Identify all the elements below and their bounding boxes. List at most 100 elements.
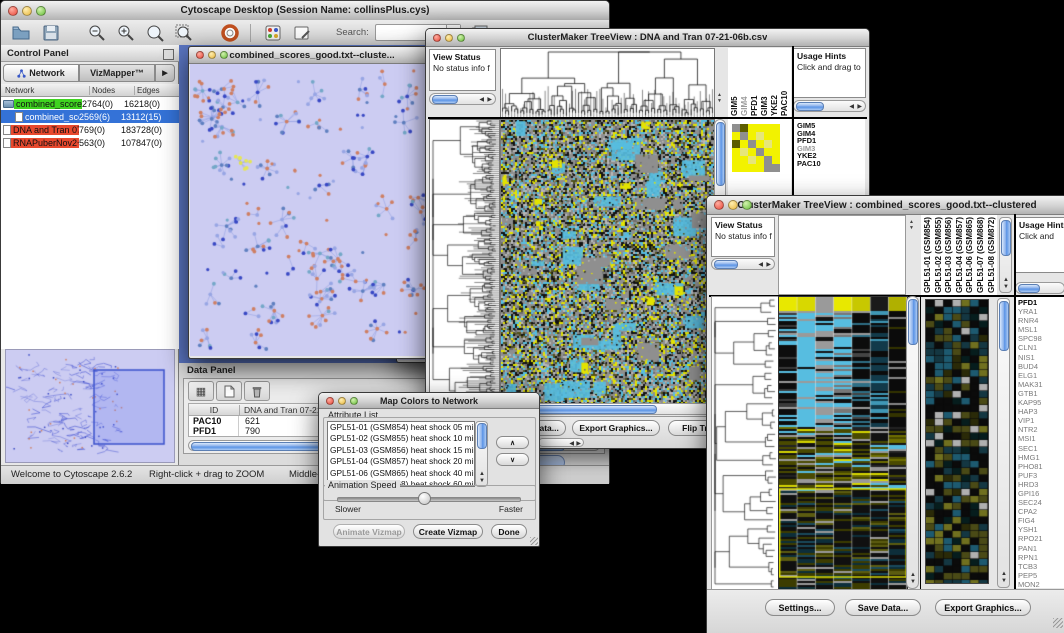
scroll-up-icon[interactable]: ▲ [910, 572, 916, 578]
annotation-icon[interactable] [292, 23, 312, 43]
footer-scrollbar[interactable]: ◀ ▶ [538, 438, 584, 447]
gene-label[interactable]: CLN1 [1018, 343, 1043, 352]
tab-vizmapper[interactable]: VizMapper™ [79, 64, 155, 82]
hints-scrollbar[interactable] [1015, 282, 1064, 294]
save-data-button[interactable]: Save Data... [845, 599, 921, 616]
gene-label[interactable]: PEP5 [1018, 571, 1043, 580]
matrix-cell[interactable] [732, 164, 740, 172]
matrix-cell[interactable] [740, 148, 748, 156]
gene-label[interactable]: SPC98 [1018, 334, 1043, 343]
scroll-up-icon[interactable]: ▲ [479, 471, 485, 477]
minimize-button[interactable] [728, 200, 738, 210]
move-up-button[interactable]: ∧ [496, 436, 529, 449]
matrix-cell[interactable] [764, 140, 772, 148]
attribute-list-item[interactable]: GPL51-04 (GSM857) heat shock 20 min [328, 456, 474, 467]
matrix-cell[interactable] [764, 156, 772, 164]
zoom-vscrollbar[interactable]: ▲ ▼ [997, 298, 1010, 588]
gene-label[interactable]: BUD4 [1018, 362, 1043, 371]
column-network[interactable]: Network [1, 86, 89, 95]
select-attributes-icon[interactable]: ▦ [188, 381, 214, 401]
minimize-button[interactable] [338, 397, 346, 405]
gene-label[interactable]: MSI1 [1018, 434, 1043, 443]
matrix-cell[interactable] [740, 164, 748, 172]
create-vizmap-button[interactable]: Create Vizmap [413, 524, 483, 539]
matrix-cell[interactable] [764, 148, 772, 156]
gene-label[interactable]: KAP95 [1018, 398, 1043, 407]
matrix-cell[interactable] [756, 140, 764, 148]
gene-label[interactable]: MON2 [1018, 580, 1043, 589]
minimize-button[interactable] [445, 34, 453, 42]
gene-label[interactable]: PUF3 [1018, 471, 1043, 480]
matrix-cell[interactable] [740, 140, 748, 148]
scroll-right-icon[interactable]: ▶ [576, 441, 581, 447]
scrollbar-thumb[interactable] [1001, 220, 1011, 256]
heatmap-canvas[interactable] [500, 119, 715, 404]
save-icon[interactable] [41, 23, 61, 43]
matrix-cell[interactable] [756, 164, 764, 172]
matrix-cell[interactable] [756, 124, 764, 132]
gene-label[interactable]: CPA2 [1018, 507, 1043, 516]
gene-label[interactable]: HMG1 [1018, 453, 1043, 462]
attribute-list[interactable]: GPL51-01 (GSM854) heat shock 05 minGPL51… [327, 421, 475, 487]
gene-label[interactable]: SEC24 [1018, 498, 1043, 507]
gene-label[interactable]: VIP1 [1018, 416, 1043, 425]
title-bar[interactable]: Map Colors to Network [319, 393, 539, 409]
row-dendrogram[interactable] [429, 119, 500, 404]
matrix-cell[interactable] [740, 156, 748, 164]
gene-label[interactable]: FIG4 [1018, 516, 1043, 525]
scroll-left-icon[interactable]: ◀ [479, 97, 484, 103]
network-list-row[interactable]: combined_sco2569(6)13112(15) [1, 110, 179, 123]
minimize-button[interactable] [208, 51, 216, 59]
network-list-row[interactable]: DNA and Tran 07769(0)183728(0) [1, 123, 179, 136]
gene-label[interactable]: ELG1 [1018, 371, 1043, 380]
matrix-cell[interactable] [740, 132, 748, 140]
matrix-cell[interactable] [756, 156, 764, 164]
overview-canvas[interactable] [6, 350, 172, 460]
scrollbar-thumb[interactable] [714, 260, 738, 269]
heatmap-canvas[interactable] [778, 296, 908, 591]
maximize-button[interactable] [36, 6, 46, 16]
close-button[interactable] [326, 397, 334, 405]
gene-label[interactable]: PAN1 [1018, 544, 1043, 553]
similarity-matrix[interactable] [732, 124, 780, 172]
matrix-cell[interactable] [748, 156, 756, 164]
scroll-down-icon[interactable]: ▼ [910, 579, 916, 585]
matrix-cell[interactable] [740, 124, 748, 132]
scroll-left-icon[interactable]: ◀ [849, 104, 854, 110]
column-dendrogram[interactable] [500, 48, 715, 120]
gene-label[interactable]: TCB3 [1018, 562, 1043, 571]
attribute-list-item[interactable]: GPL51-03 (GSM856) heat shock 15 min [328, 445, 474, 456]
matrix-cell[interactable] [732, 140, 740, 148]
scroll-down-icon[interactable]: ▼ [1001, 578, 1007, 584]
gene-label[interactable]: PHO81 [1018, 462, 1043, 471]
matrix-cell[interactable] [748, 124, 756, 132]
scrollbar-thumb[interactable] [716, 122, 725, 186]
title-bar[interactable]: ClusterMaker TreeView : DNA and Tran 07-… [426, 29, 869, 47]
scrollbar-thumb[interactable] [477, 423, 487, 449]
row-dendrogram[interactable] [711, 296, 780, 591]
close-button[interactable] [8, 6, 18, 16]
gene-label[interactable]: NIS1 [1018, 353, 1043, 362]
matrix-cell[interactable] [764, 164, 772, 172]
title-bar[interactable]: Cytoscape Desktop (Session Name: collins… [1, 1, 609, 21]
new-attribute-icon[interactable] [216, 381, 242, 401]
gene-label[interactable]: RNR4 [1018, 316, 1043, 325]
minimize-button[interactable] [22, 6, 32, 16]
close-button[interactable] [433, 34, 441, 42]
heatmap-vscrollbar[interactable]: ▲ ▼ [906, 296, 919, 589]
scrollbar-thumb[interactable] [796, 102, 824, 111]
id-column-header[interactable]: ID [189, 405, 240, 415]
network-canvas[interactable] [190, 64, 432, 356]
gene-label[interactable]: PFD1 [1018, 298, 1043, 307]
gene-label[interactable]: GTB1 [1018, 389, 1043, 398]
gene-label[interactable]: MAK31 [1018, 380, 1043, 389]
vizmapper-icon[interactable] [263, 23, 283, 43]
hints-scrollbar[interactable]: ◀ ▶ [793, 100, 866, 112]
scroll-left-icon[interactable]: ◀ [569, 441, 574, 447]
delete-attribute-icon[interactable] [244, 381, 270, 401]
close-button[interactable] [714, 200, 724, 210]
export-graphics-button[interactable]: Export Graphics... [572, 420, 660, 436]
open-file-icon[interactable] [11, 23, 31, 43]
scroll-right-icon[interactable]: ▶ [487, 97, 492, 103]
matrix-cell[interactable] [764, 132, 772, 140]
